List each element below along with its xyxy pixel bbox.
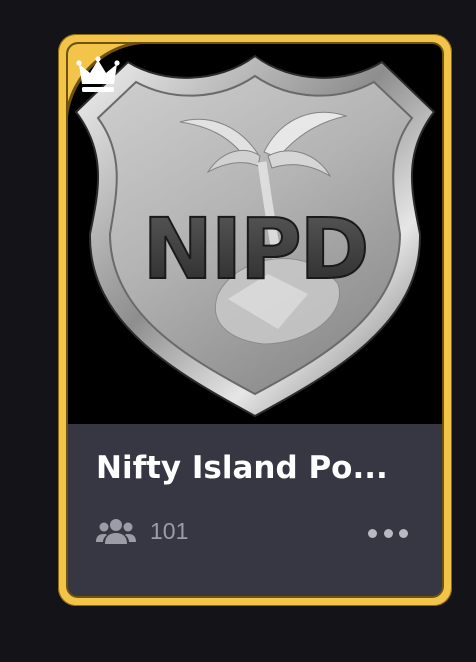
more-horizontal-icon	[368, 528, 377, 538]
crown-badge	[68, 44, 142, 118]
member-count: 101	[150, 517, 189, 544]
more-options-button[interactable]	[368, 522, 408, 544]
member-count-group: 101	[96, 516, 188, 546]
more-horizontal-icon-dot	[399, 528, 408, 538]
community-card[interactable]: NIPD Nifty Island Po... 101	[58, 34, 452, 606]
more-horizontal-icon-dot	[383, 528, 393, 538]
card-body: NIPD Nifty Island Po... 101	[66, 42, 444, 598]
card-footer: Nifty Island Po... 101	[68, 424, 442, 594]
users-icon	[96, 519, 136, 544]
badge-image-text: NIPD	[143, 200, 368, 298]
community-title[interactable]: Nifty Island Po...	[96, 450, 416, 486]
